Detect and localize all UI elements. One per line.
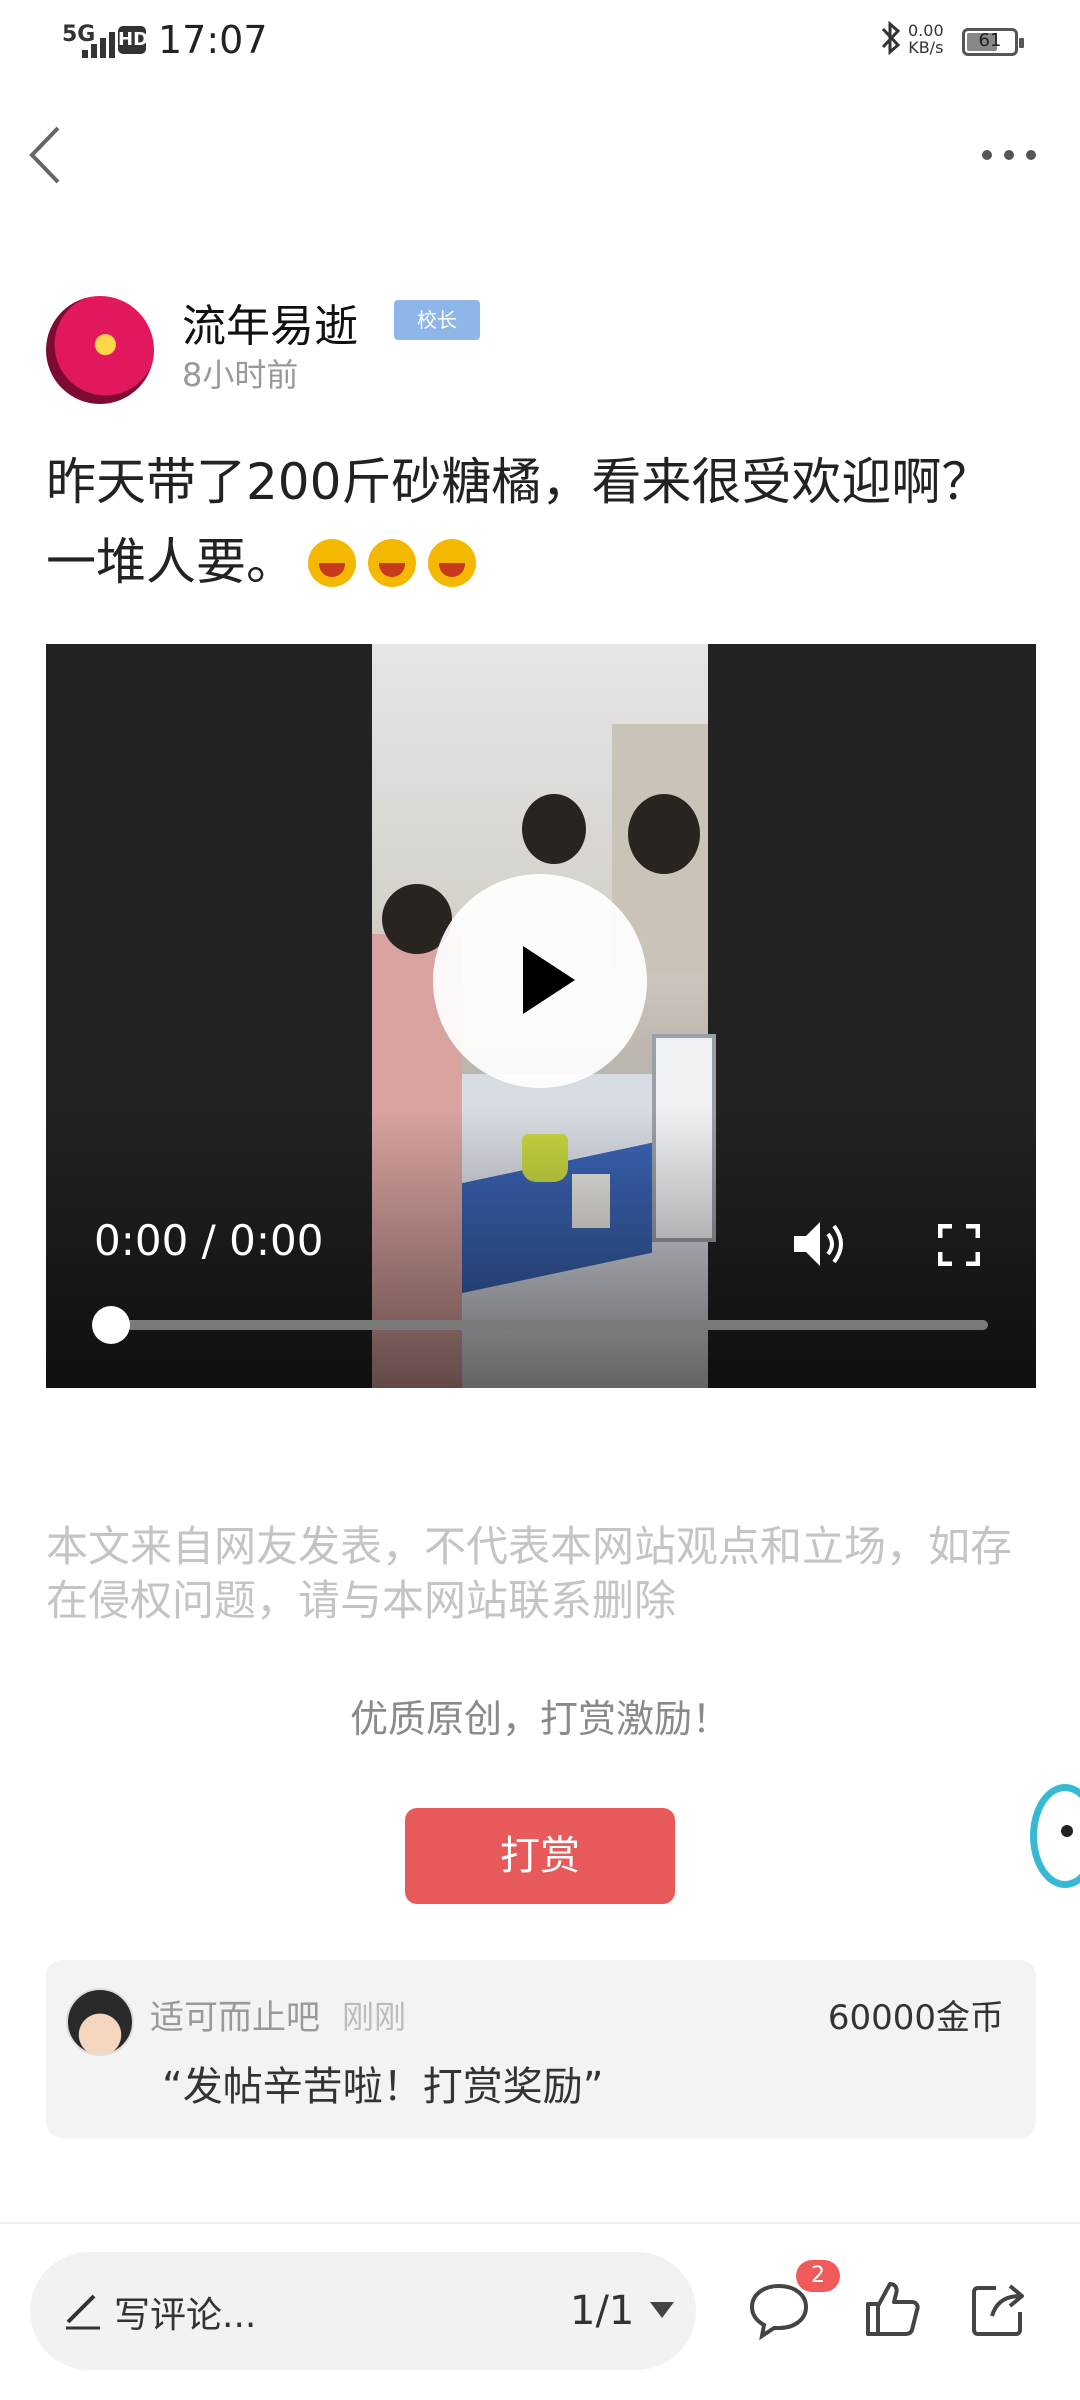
post-time: 8小时前: [182, 356, 299, 394]
page-indicator[interactable]: 1/1: [570, 2288, 634, 2334]
fullscreen-icon[interactable]: [938, 1224, 980, 1266]
caret-down-icon[interactable]: [650, 2302, 674, 2318]
status-time: 17:07: [158, 18, 268, 62]
disclaimer-text: 本文来自网友发表，不代表本网站观点和立场，如存在侵权问题，请与本网站联系删除: [46, 1522, 1013, 1625]
signal-icon: [82, 32, 115, 58]
assistant-bubble-icon[interactable]: [1030, 1784, 1080, 1888]
share-icon[interactable]: [968, 2278, 1028, 2338]
comment-icon[interactable]: [748, 2280, 810, 2340]
thumbs-up-icon[interactable]: [862, 2278, 922, 2338]
battery-icon: 61: [962, 28, 1024, 56]
reward-amount: 60000金币: [827, 1998, 1004, 2038]
network-speed: 0.00 KB/s: [908, 22, 944, 56]
post-content: 昨天带了200斤砂糖橘，看来很受欢迎啊？一堆人要。: [46, 442, 1036, 602]
reward-hint: 优质原创，打赏激励！: [349, 1697, 730, 1741]
play-icon[interactable]: [433, 874, 647, 1088]
avatar[interactable]: [66, 1988, 134, 2056]
reward-message: “发帖辛苦啦！打赏奖励”: [162, 2064, 604, 2110]
network-speed-value: 0.00: [908, 21, 944, 40]
hd-icon: HD: [118, 26, 148, 54]
reward-time: 刚刚: [342, 1998, 407, 2036]
status-bar: 5G HD 17:07 0.00 KB/s 61: [0, 0, 1080, 84]
grin-emoji-icon: [368, 539, 416, 587]
reward-record-card: 适可而止吧 刚刚 60000金币 “发帖辛苦啦！打赏奖励”: [46, 1960, 1036, 2138]
volume-icon[interactable]: [792, 1218, 848, 1270]
author-avatar[interactable]: [46, 296, 154, 404]
post-text: 昨天带了200斤砂糖橘，看来很受欢迎啊？一堆人要。: [46, 453, 992, 591]
pencil-icon: [66, 2294, 100, 2330]
reward-user-name[interactable]: 适可而止吧: [150, 1990, 320, 2039]
grin-emoji-icon: [428, 539, 476, 587]
more-dots-icon[interactable]: [982, 146, 1036, 164]
video-progress-handle[interactable]: [92, 1306, 130, 1344]
author-badge: 校长: [394, 300, 480, 340]
chevron-left-icon[interactable]: [26, 122, 66, 188]
video-player[interactable]: 0:00 / 0:00: [46, 644, 1036, 1388]
bluetooth-icon: [881, 20, 901, 56]
video-time: 0:00 / 0:00: [94, 1216, 324, 1265]
reward-button[interactable]: 打赏: [405, 1808, 675, 1904]
divider: [0, 2222, 1080, 2224]
battery-level: 61: [978, 30, 1002, 51]
author-name[interactable]: 流年易逝: [182, 290, 358, 354]
comment-input[interactable]: 写评论... 1/1: [30, 2252, 696, 2370]
video-progress-track[interactable]: [112, 1320, 988, 1330]
comment-count-badge: 2: [796, 2260, 840, 2292]
grin-emoji-icon: [308, 539, 356, 587]
comment-placeholder: 写评论...: [114, 2295, 257, 2336]
network-speed-unit: KB/s: [908, 38, 944, 57]
